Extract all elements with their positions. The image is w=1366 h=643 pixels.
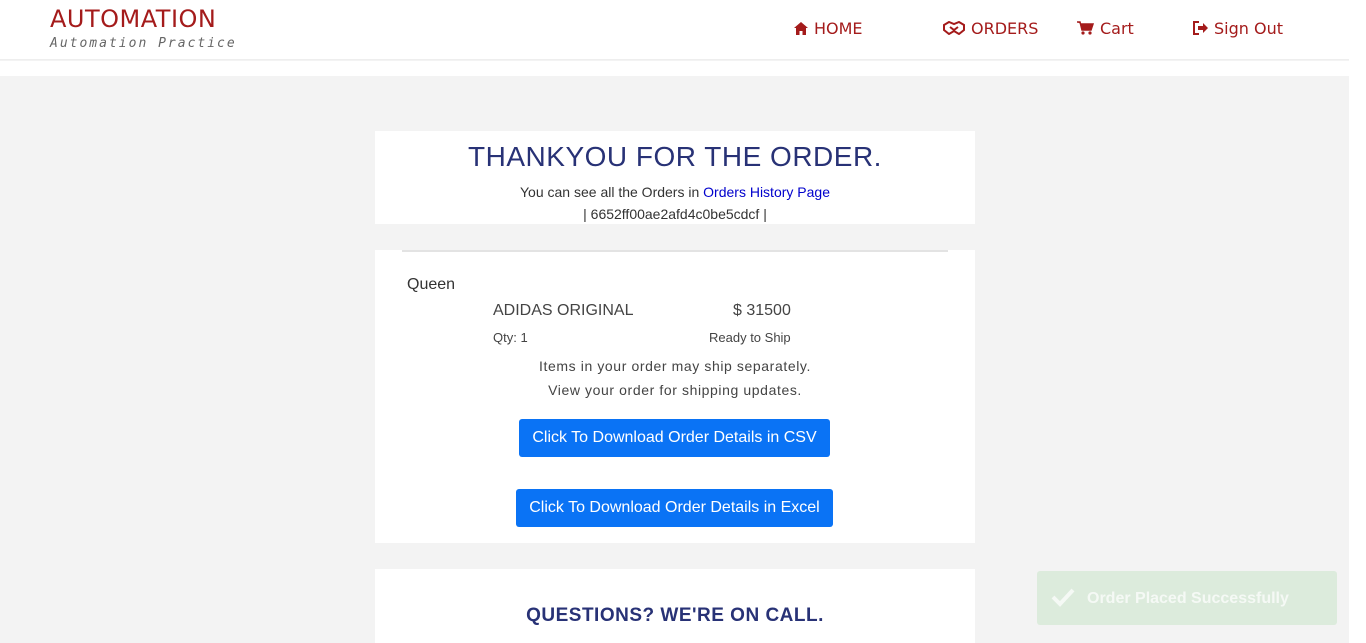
- nav-home-button[interactable]: HOME: [794, 17, 863, 39]
- sign-out-icon: [1193, 21, 1208, 35]
- thank-you-card: THANKYOU FOR THE ORDER. You can see all …: [375, 131, 975, 224]
- brand-title: AUTOMATION: [50, 5, 217, 33]
- product-price: $ 31500: [733, 302, 791, 319]
- download-excel-button[interactable]: Click To Download Order Details in Excel: [516, 489, 833, 527]
- ship-note-separately: Items in your order may ship separately.: [539, 358, 811, 374]
- divider: [402, 250, 948, 252]
- product-quantity: Qty: 1: [493, 330, 528, 345]
- brand-logo[interactable]: AUTOMATION Automation Practice: [50, 5, 237, 51]
- nav-orders-button[interactable]: ORDERS: [943, 17, 1038, 39]
- nav-home-label: HOME: [814, 18, 863, 38]
- order-id: | 6652ff00ae2afd4c0be5cdcf |: [583, 206, 767, 222]
- customer-name: Queen: [407, 276, 456, 293]
- success-toast[interactable]: Order Placed Successfully: [1037, 571, 1337, 625]
- handshake-icon: [943, 21, 965, 35]
- home-icon: [794, 21, 808, 35]
- toast-message: Order Placed Successfully: [1087, 590, 1289, 607]
- nav-cart-label: Cart: [1100, 18, 1134, 38]
- thank-you-title: THANKYOU FOR THE ORDER.: [468, 141, 882, 172]
- nav-sign-out-button[interactable]: Sign Out: [1193, 17, 1283, 39]
- product-name: ADIDAS ORIGINAL: [493, 302, 634, 319]
- page-edge: [1349, 0, 1366, 643]
- nav-sign-out-label: Sign Out: [1214, 18, 1283, 38]
- order-summary-card: Queen ADIDAS ORIGINAL $ 31500 Qty: 1 Rea…: [375, 250, 975, 543]
- brand-subtitle: Automation Practice: [50, 36, 237, 51]
- questions-title: QUESTIONS? WE'RE ON CALL.: [526, 605, 824, 626]
- orders-history-note: You can see all the Orders in Orders His…: [375, 184, 975, 200]
- download-csv-button[interactable]: Click To Download Order Details in CSV: [519, 419, 830, 457]
- check-icon: [1051, 588, 1075, 607]
- cart-icon: [1077, 21, 1094, 35]
- ship-note-updates: View your order for shipping updates.: [548, 382, 802, 398]
- top-header: AUTOMATION Automation Practice HOME ORDE…: [0, 0, 1349, 60]
- orders-history-link[interactable]: Orders History Page: [703, 184, 830, 200]
- nav-cart-button[interactable]: Cart: [1077, 17, 1134, 39]
- orders-history-prefix: You can see all the Orders in: [520, 184, 704, 200]
- nav-orders-label: ORDERS: [971, 18, 1039, 38]
- shipping-status: Ready to Ship: [709, 330, 791, 345]
- header-spacer: [0, 61, 1349, 76]
- questions-card: QUESTIONS? WE'RE ON CALL.: [375, 569, 975, 643]
